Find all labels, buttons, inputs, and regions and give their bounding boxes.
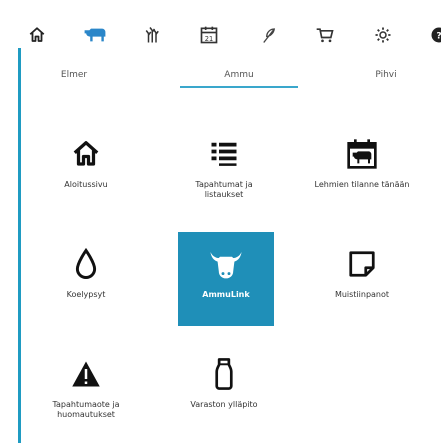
cow-head-icon — [208, 246, 244, 282]
help-icon[interactable]: ? — [422, 18, 441, 52]
tile-label: Lehmien tilanne tänään — [314, 180, 410, 189]
calendar-icon[interactable]: 21 — [192, 18, 226, 52]
tile-aloitussivu[interactable]: Aloitussivu — [38, 122, 134, 216]
tab-elmer[interactable]: Elmer — [44, 66, 104, 92]
milk-can-icon — [212, 356, 236, 392]
tile-label: Aloitussivu — [64, 180, 108, 189]
warning-icon — [71, 356, 101, 392]
tile-label: Muistiinpanot — [334, 290, 390, 299]
note-icon — [347, 246, 377, 282]
tile-muistiinpanot[interactable]: Muistiinpanot — [314, 232, 410, 326]
tile-label: AmmuLink — [202, 290, 250, 299]
tile-label: Koelypsyt — [66, 290, 106, 299]
home-icon — [71, 136, 101, 172]
list-icon — [209, 136, 239, 172]
cow-calendar-icon — [346, 136, 378, 172]
cow-icon[interactable] — [78, 18, 112, 52]
left-accent-rail — [18, 48, 21, 443]
svg-text:?: ? — [436, 31, 441, 41]
tile-tapahtumaote[interactable]: Tapahtumaote ja huomautukset — [38, 342, 134, 436]
tile-label: Varaston ylläpito — [190, 400, 258, 409]
tile-ammulink[interactable]: AmmuLink — [178, 232, 274, 326]
calendar-day-text: 21 — [205, 35, 213, 43]
animal-tabs: Elmer Ammu Pihvi — [22, 66, 441, 96]
tab-ammu[interactable]: Ammu — [180, 66, 298, 92]
feather-icon[interactable] — [252, 18, 286, 52]
crop-icon[interactable] — [136, 18, 170, 52]
tile-tapahtumat[interactable]: Tapahtumat ja listaukset — [176, 122, 272, 216]
tile-label: Tapahtumaote ja huomautukset — [52, 400, 120, 419]
tile-label: Tapahtumat ja listaukset — [195, 180, 253, 199]
top-toolbar: 21 ? — [0, 18, 441, 58]
gear-icon[interactable] — [366, 18, 400, 52]
tile-varaston-yllapito[interactable]: Varaston ylläpito — [176, 342, 272, 436]
home-icon[interactable] — [20, 18, 54, 52]
cart-icon[interactable] — [308, 18, 342, 52]
droplet-icon — [73, 246, 99, 282]
app-window: 21 ? Elmer Ammu Pihvi Aloitussivu — [0, 0, 441, 443]
tile-lehmien-tilanne[interactable]: Lehmien tilanne tänään — [314, 122, 410, 216]
tab-pihvi[interactable]: Pihvi — [356, 66, 416, 92]
tile-koelypsyt[interactable]: Koelypsyt — [38, 232, 134, 326]
